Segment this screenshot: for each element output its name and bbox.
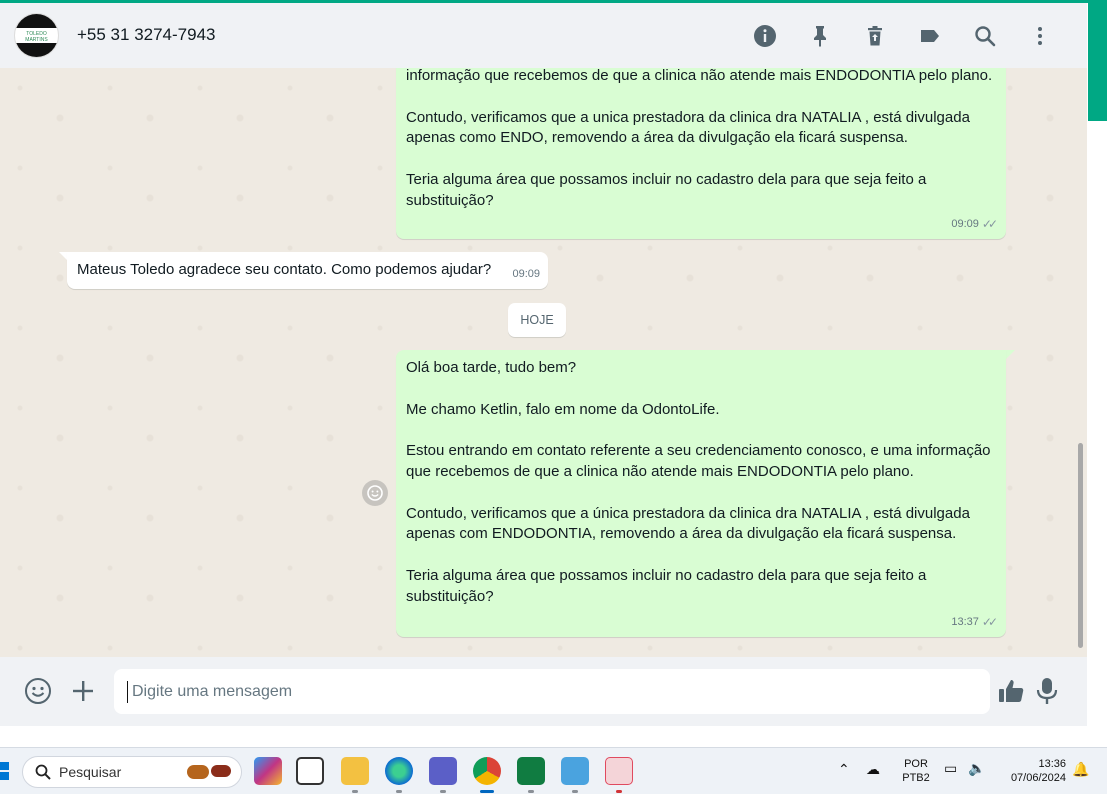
chat-menu-button[interactable] (1012, 21, 1067, 51)
emoji-icon (25, 678, 51, 704)
snipping-tool-icon[interactable] (605, 757, 633, 785)
running-indicator (572, 790, 578, 793)
label-chat-button[interactable] (902, 21, 957, 51)
language-line2: PTB2 (902, 772, 930, 784)
avatar-band-top (15, 14, 58, 28)
plus-icon (73, 681, 93, 701)
label-icon (920, 30, 939, 42)
pin-icon (813, 26, 826, 47)
contact-avatar[interactable]: TOLEDO MARTINS (14, 13, 59, 58)
file-explorer-icon[interactable] (341, 757, 369, 785)
avatar-band-bottom (15, 43, 58, 57)
message-paragraph: Olá boa tarde, tudo bem? (406, 359, 577, 376)
task-view-icon[interactable] (296, 757, 324, 785)
search-icon (974, 26, 995, 47)
message-paragraph: Estou entrando em contato referente a se… (406, 442, 991, 480)
notification-bell-icon[interactable]: 🔔 (1072, 762, 1089, 776)
message-paragraph: Teria alguma área que possamos incluir n… (406, 170, 927, 209)
show-hidden-icons-button[interactable]: ⌃ (838, 762, 850, 776)
message-input[interactable] (114, 669, 990, 714)
edge-icon[interactable] (385, 757, 413, 785)
taskbar-search[interactable]: Pesquisar (22, 756, 242, 788)
microphone-icon (1036, 678, 1058, 704)
emoji-button[interactable] (24, 677, 52, 705)
message-time: 09:09 (951, 218, 979, 231)
windows-logo-icon (0, 762, 9, 780)
message-paragraph: Contudo, verificamos que a única prestad… (406, 504, 970, 543)
search-chat-button[interactable] (957, 21, 1012, 51)
clear-chat-button[interactable] (847, 21, 902, 51)
search-highlight-icon (187, 765, 231, 779)
sticker-button[interactable] (997, 677, 1025, 705)
message-paragraph: Contudo, verificamos que a unica prestad… (406, 108, 970, 147)
date-divider: HOJE (508, 303, 566, 337)
emoji-icon (367, 485, 383, 501)
more-icon (1037, 27, 1042, 45)
start-button[interactable] (0, 760, 12, 782)
window-bottom-area (0, 726, 1087, 747)
side-panel-accent (1088, 3, 1107, 121)
message-paragraph: Me chamo Ketlin, falo em nome da OdontoL… (406, 400, 720, 418)
pin-chat-button[interactable] (792, 21, 847, 51)
clock-time: 13:36 (1038, 758, 1066, 770)
outgoing-bubble-tail (1006, 350, 1015, 359)
running-indicator (352, 790, 358, 793)
contact-info-button[interactable] (737, 21, 792, 51)
network-icon[interactable]: ▭ (944, 761, 957, 775)
running-indicator (528, 790, 534, 793)
header-actions (737, 21, 1067, 51)
clock-date: 07/06/2024 (1010, 772, 1066, 784)
outgoing-message[interactable]: Olá boa tarde, tudo bem? Me chamo Ketlin… (396, 350, 1006, 637)
outgoing-message[interactable]: informação que recebemos de que a clinic… (396, 68, 1006, 239)
voice-message-button[interactable] (1033, 677, 1061, 705)
message-time: 13:37 (951, 616, 979, 629)
message-paragraph: Teria alguma área que possamos incluir n… (406, 566, 927, 605)
language-line1: POR (904, 758, 928, 770)
contact-name[interactable]: +55 31 3274-7943 (77, 25, 216, 45)
read-receipt-icon: ✓✓ (981, 615, 998, 630)
attach-button[interactable] (69, 677, 97, 705)
language-indicator[interactable]: POR PTB2 (898, 757, 934, 785)
read-receipt-icon: ✓✓ (981, 217, 998, 232)
onedrive-offline-icon[interactable]: ☁ (866, 762, 880, 776)
windows-taskbar: Pesquisar ⌃ ☁ POR PTB2 ▭ 🔈 13:36 07/06/2… (0, 747, 1107, 794)
message-composer (0, 657, 1087, 726)
running-indicator (396, 790, 402, 793)
chat-header: TOLEDO MARTINS +55 31 3274-7943 (0, 3, 1087, 68)
excel-icon[interactable] (517, 757, 545, 785)
message-time: 09:09 (512, 268, 540, 281)
chrome-icon[interactable] (473, 757, 501, 785)
message-text: Mateus Toledo agradece seu contato. Como… (77, 261, 492, 278)
message-meta: 09:09 (512, 264, 540, 285)
react-button[interactable] (362, 480, 388, 506)
running-indicator (440, 790, 446, 793)
incoming-message[interactable]: Mateus Toledo agradece seu contato. Como… (67, 252, 548, 289)
taskbar-search-placeholder: Pesquisar (59, 764, 122, 780)
text-caret (127, 681, 128, 703)
notepad-icon[interactable] (561, 757, 589, 785)
message-list[interactable]: informação que recebemos de que a clinic… (0, 68, 1087, 657)
active-indicator (480, 790, 494, 793)
clock[interactable]: 13:36 07/06/2024 (1000, 757, 1066, 785)
thumbs-up-icon (999, 680, 1024, 702)
running-indicator (616, 790, 622, 793)
teams-icon[interactable] (429, 757, 457, 785)
delete-icon (867, 26, 882, 46)
search-icon (35, 764, 51, 780)
message-meta: 09:09 ✓✓ (951, 214, 998, 235)
avatar-logo-text: TOLEDO MARTINS (25, 31, 48, 43)
message-meta: 13:37 ✓✓ (951, 612, 998, 633)
chat-scrollbar[interactable] (1078, 443, 1083, 648)
volume-icon[interactable]: 🔈 (968, 761, 985, 775)
message-paragraph: informação que recebemos de que a clinic… (406, 68, 993, 84)
copilot-icon[interactable] (254, 757, 282, 785)
info-icon (753, 25, 776, 47)
